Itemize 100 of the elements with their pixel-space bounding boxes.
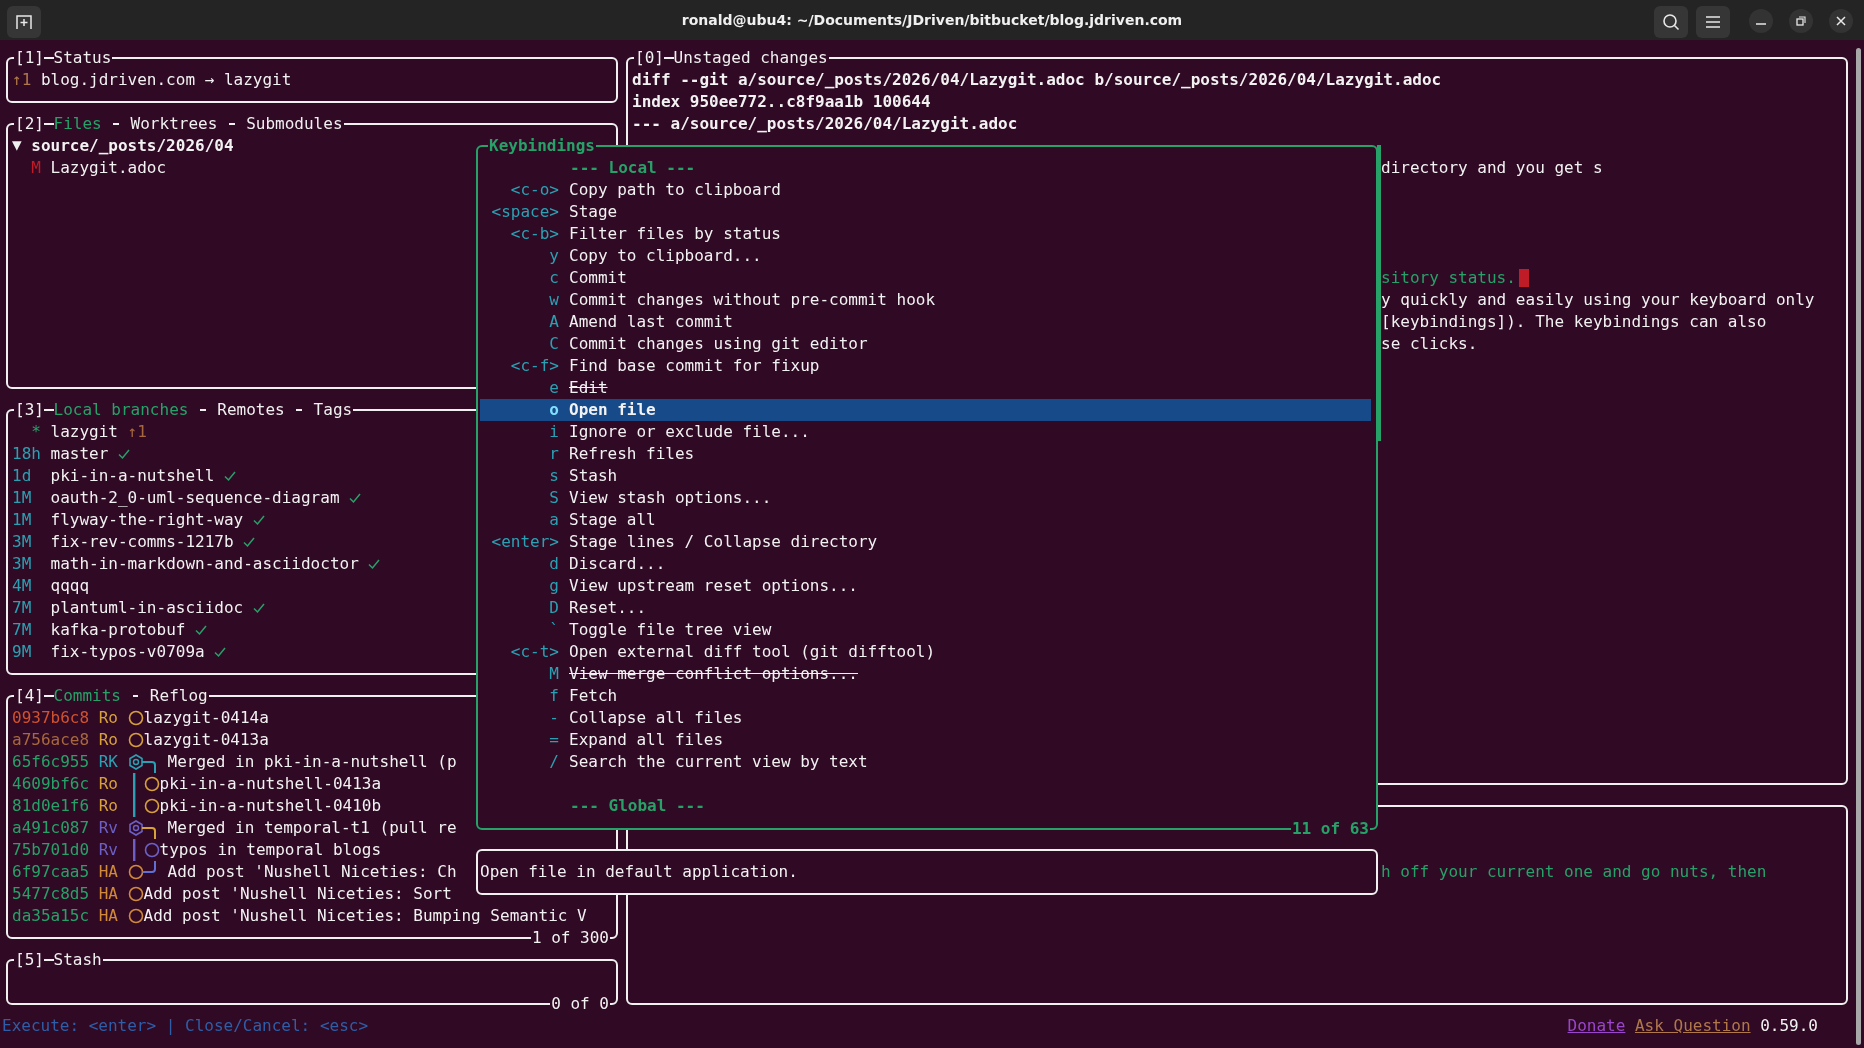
branch-name[interactable]: flyway-the-right-way bbox=[50, 509, 244, 531]
menu-item[interactable]: d Discard... bbox=[480, 553, 1371, 575]
author-initials: HA bbox=[98, 861, 118, 883]
branch-name[interactable]: qqqq bbox=[50, 575, 90, 597]
diff-line: h off your current one and go nuts, then bbox=[1381, 861, 1767, 883]
menu-item[interactable]: g View upstream reset options... bbox=[480, 575, 1371, 597]
commit-hash: 6f97caa5 bbox=[12, 861, 90, 883]
menu-item[interactable]: <c-o> Copy path to clipboard bbox=[480, 179, 1371, 201]
branch-age: 7M bbox=[12, 619, 33, 641]
menu-item[interactable]: A Amend last commit bbox=[480, 311, 1371, 333]
commit-message[interactable]: Merged in temporal-t1 (pull re bbox=[167, 817, 457, 839]
menu-button[interactable] bbox=[1696, 6, 1730, 38]
branch-age: 3M bbox=[12, 531, 33, 553]
panel-tab[interactable]: Commits bbox=[53, 685, 121, 707]
menu-item[interactable]: <c-f> Find base commit for fixup bbox=[480, 355, 1371, 377]
branch-name[interactable]: kafka-protobuf bbox=[50, 619, 186, 641]
new-tab-button[interactable] bbox=[7, 6, 41, 38]
branch-age: 9M bbox=[12, 641, 33, 663]
menu-item[interactable]: - Collapse all files bbox=[480, 707, 1371, 729]
branch-age: 7M bbox=[12, 597, 33, 619]
menu-item[interactable]: / Search the current view by text bbox=[480, 751, 1371, 773]
menu-item[interactable]: a Stage all bbox=[480, 509, 1371, 531]
commit-message[interactable]: Merged in pki-in-a-nutshell (p bbox=[167, 751, 457, 773]
menu-item[interactable]: <enter> Stage lines / Collapse directory bbox=[480, 531, 1371, 553]
branch-name[interactable]: oauth-2_0-uml-sequence-diagram bbox=[50, 487, 340, 509]
branch-name[interactable]: lazygit bbox=[50, 421, 118, 443]
menu-item[interactable]: s Stash bbox=[480, 465, 1371, 487]
panel-tab[interactable]: Status bbox=[53, 47, 112, 69]
commit-message[interactable]: pki-in-a-nutshell-0413a bbox=[159, 773, 382, 795]
author-initials: HA bbox=[98, 905, 118, 927]
menu-item[interactable]: f Fetch bbox=[480, 685, 1371, 707]
commit-message[interactable]: pki-in-a-nutshell-0410b bbox=[159, 795, 382, 817]
panel-tab[interactable]: Worktrees bbox=[130, 113, 218, 135]
commit-message[interactable]: typos in temporal blogs bbox=[159, 839, 382, 861]
branch-name[interactable]: fix-rev-comms-1217b bbox=[50, 531, 234, 553]
menu-item[interactable]: = Expand all files bbox=[480, 729, 1371, 751]
branch-age: 4M bbox=[12, 575, 33, 597]
scrollbar[interactable] bbox=[1856, 48, 1861, 1045]
menu-item[interactable]: i Ignore or exclude file... bbox=[480, 421, 1371, 443]
restore-icon bbox=[1796, 16, 1806, 26]
branch-age: 1d bbox=[12, 465, 33, 487]
menu-item[interactable]: r Refresh files bbox=[480, 443, 1371, 465]
panel-number: [0] bbox=[635, 47, 664, 69]
diff-line: se clicks. bbox=[1381, 333, 1478, 355]
close-button[interactable] bbox=[1829, 9, 1853, 33]
file-name[interactable]: Lazygit.adoc bbox=[50, 157, 167, 179]
menu-item[interactable]: S View stash options... bbox=[480, 487, 1371, 509]
menu-item[interactable]: y Copy to clipboard... bbox=[480, 245, 1371, 267]
panel-number: [2] bbox=[15, 113, 44, 135]
panel-tab[interactable]: Stash bbox=[53, 949, 102, 971]
branch-age: 18h bbox=[12, 443, 42, 465]
diff-line: directory and you get s bbox=[1381, 157, 1603, 179]
menu-item[interactable]: ` Toggle file tree view bbox=[480, 619, 1371, 641]
panel-tab[interactable]: Remotes bbox=[217, 399, 285, 421]
commit-message[interactable]: Add post 'Nushell Niceties: Bumping Semantic V bbox=[143, 905, 587, 927]
menu-item[interactable]: w Commit changes without pre-commit hook bbox=[480, 289, 1371, 311]
commit-message[interactable]: lazygit-0414a bbox=[143, 707, 269, 729]
panel-tab[interactable]: Files bbox=[53, 113, 102, 135]
commit-message[interactable]: lazygit-0413a bbox=[143, 729, 269, 751]
author-initials: Rv bbox=[98, 839, 118, 861]
branch-name[interactable]: math-in-markdown-and-asciidoctor bbox=[50, 553, 359, 575]
branch-name[interactable]: plantuml-in-asciidoc bbox=[50, 597, 244, 619]
branch-name[interactable]: pki-in-a-nutshell bbox=[50, 465, 215, 487]
commit-hash: a491c087 bbox=[12, 817, 90, 839]
commit-hash: 81d0e1f6 bbox=[12, 795, 90, 817]
branch-name[interactable]: master bbox=[50, 443, 109, 465]
menu-item[interactable]: D Reset... bbox=[480, 597, 1371, 619]
menu-item[interactable]: o Open file bbox=[480, 399, 1371, 421]
panel-tab[interactable]: Reflog bbox=[149, 685, 208, 707]
directory-name: source/_posts/2026/04 bbox=[31, 135, 234, 157]
commit-message[interactable]: Add post 'Nushell Niceties: Sort bbox=[143, 883, 452, 905]
menu-item[interactable]: C Commit changes using git editor bbox=[480, 333, 1371, 355]
panel-tab[interactable]: Tags bbox=[313, 399, 353, 421]
menu-item[interactable]: <space> Stage bbox=[480, 201, 1371, 223]
repo-branch-text: blog.jdriven.com → lazygit bbox=[40, 69, 292, 91]
maximize-button[interactable] bbox=[1789, 9, 1813, 33]
diff-line: [keybindings]). The keybindings can also bbox=[1381, 311, 1767, 333]
diff-header-line: index 950ee772..c8f9aa1b 100644 bbox=[632, 91, 932, 113]
search-icon bbox=[1662, 13, 1680, 31]
branch-age: 3M bbox=[12, 553, 33, 575]
commit-hash: 65f6c955 bbox=[12, 751, 90, 773]
panel-tab[interactable]: Unstaged changes bbox=[673, 47, 828, 69]
panel-tab[interactable]: Local branches bbox=[53, 399, 189, 421]
panel-tab[interactable]: Submodules bbox=[246, 113, 343, 135]
search-button[interactable] bbox=[1654, 6, 1688, 38]
commit-message[interactable]: Add post 'Nushell Niceties: Ch bbox=[167, 861, 457, 883]
commit-hash: 5477c8d5 bbox=[12, 883, 90, 905]
diff-line: y quickly and easily using your keyboard only bbox=[1381, 289, 1815, 311]
menu-item[interactable]: c Commit bbox=[480, 267, 1371, 289]
minimize-button[interactable] bbox=[1749, 9, 1773, 33]
ahead-count: ↑1 bbox=[127, 421, 147, 443]
menu-item[interactable]: <c-b> Filter files by status bbox=[480, 223, 1371, 245]
ahead-count: ↑1 bbox=[12, 69, 32, 91]
scrollbar-thumb[interactable] bbox=[1377, 145, 1381, 441]
section-heading: --- Local --- bbox=[569, 157, 697, 179]
link[interactable]: Ask Question bbox=[1635, 1015, 1751, 1037]
close-icon bbox=[1836, 16, 1846, 26]
commit-hash: 0937b6c8 bbox=[12, 707, 90, 729]
branch-name[interactable]: fix-typos-v0709a bbox=[50, 641, 205, 663]
menu-item[interactable]: <c-t> Open external diff tool (git difftool) bbox=[480, 641, 1371, 663]
